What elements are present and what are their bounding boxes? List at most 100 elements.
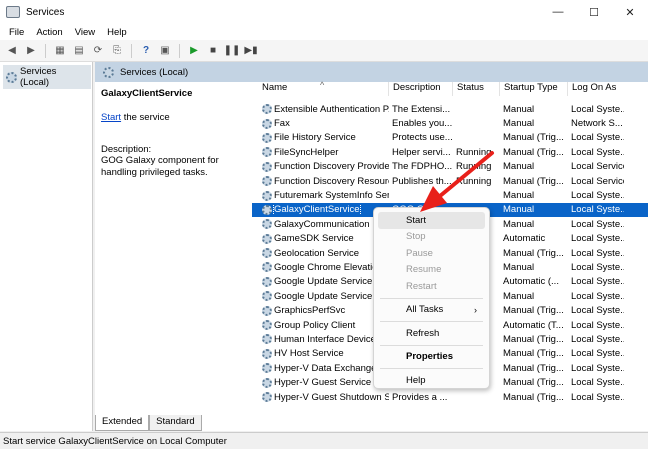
- stop-service-icon[interactable]: ■: [205, 43, 221, 59]
- service-name: Hyper-V Guest Service In: [274, 377, 382, 389]
- service-name-cell: GraphicsPerfSvc: [252, 305, 389, 316]
- restart-service-icon[interactable]: ▶▮: [243, 43, 259, 59]
- service-startup-type: Manual (Trig...: [503, 146, 564, 158]
- tab-extended[interactable]: Extended: [95, 415, 150, 431]
- minimize-button[interactable]: —: [540, 0, 576, 24]
- service-startup-type: Automatic (...: [503, 276, 559, 288]
- service-name-cell: GalaxyCommunication: [252, 219, 389, 230]
- column-startup-type[interactable]: Startup Type: [500, 82, 568, 96]
- start-service-link[interactable]: Start: [101, 112, 121, 123]
- service-name-cell: Hyper-V Guest Shutdown S...: [252, 392, 389, 403]
- service-name: GalaxyClientService: [273, 204, 361, 216]
- menu-action[interactable]: Action: [36, 27, 62, 38]
- menu-item-help[interactable]: Help: [378, 372, 485, 389]
- table-row[interactable]: Fax Enables you... Manual Network S...: [252, 116, 648, 130]
- menu-separator: [380, 344, 483, 346]
- table-row[interactable]: Function Discovery Resourc... Publishes t…: [252, 174, 648, 188]
- refresh-icon[interactable]: ⟳: [90, 43, 106, 59]
- service-description: The Extensi...: [392, 103, 451, 115]
- menu-item-stop: Stop: [406, 231, 426, 243]
- service-name-cell: Hyper-V Data Exchange S: [252, 363, 389, 374]
- service-logon: Local Syste...: [571, 247, 624, 259]
- table-row[interactable]: File History Service Protects use... Manua…: [252, 131, 648, 145]
- service-gear-icon: [262, 262, 272, 273]
- table-row[interactable]: Function Discovery Provide... The FDPHO..…: [252, 160, 648, 174]
- service-description: Enables you...: [392, 118, 453, 130]
- service-startup-type: Manual: [503, 103, 535, 115]
- service-logon: Local Syste...: [571, 391, 624, 403]
- console-tree-icon[interactable]: ▦: [52, 43, 68, 59]
- menu-item-start[interactable]: Start: [378, 212, 485, 229]
- service-name: File History Service: [274, 132, 356, 144]
- menu-item-restart: Restart: [406, 280, 437, 292]
- service-name: Geolocation Service: [274, 247, 360, 259]
- service-name: Function Discovery Resourc...: [274, 175, 389, 187]
- menu-item-properties[interactable]: Properties: [378, 349, 485, 366]
- service-name-cell: Function Discovery Resourc...: [252, 176, 389, 187]
- service-gear-icon: [262, 305, 272, 316]
- service-gear-icon: [262, 248, 272, 259]
- service-logon: Local Syste...: [571, 132, 624, 144]
- context-menu: Start Stop Pause Resume Restart All Task…: [373, 207, 490, 389]
- export-list-icon[interactable]: ⎘: [109, 43, 125, 59]
- menu-file[interactable]: File: [9, 27, 24, 38]
- service-name-cell: FileSyncHelper: [252, 147, 389, 158]
- service-status: Running: [456, 146, 492, 158]
- services-gear-icon: [103, 66, 114, 78]
- menu-item-refresh[interactable]: Refresh: [378, 325, 485, 342]
- column-description[interactable]: Description: [389, 82, 453, 96]
- service-logon: Local Syste...: [571, 204, 624, 216]
- service-description: Provides a ...: [392, 391, 448, 403]
- services-gear-icon: [6, 71, 17, 83]
- table-row[interactable]: FileSyncHelper Helper servi... Running Manu…: [252, 145, 648, 159]
- service-description: Protects use...: [392, 132, 453, 144]
- view-icon[interactable]: ▣: [157, 43, 173, 59]
- service-startup-type: Manual (Trig...: [503, 132, 564, 144]
- table-row[interactable]: Extensible Authentication P... The Extens…: [252, 102, 648, 116]
- menu-item-all-tasks[interactable]: All Tasks ›: [378, 302, 485, 319]
- table-row[interactable]: Futuremark SystemInfo Ser... Manual Local …: [252, 188, 648, 202]
- column-status[interactable]: Status: [453, 82, 500, 96]
- service-startup-type: Manual (Trig...: [503, 362, 564, 374]
- help-icon[interactable]: ?: [138, 43, 154, 59]
- service-gear-icon: [262, 147, 272, 158]
- menu-help[interactable]: Help: [107, 27, 127, 38]
- service-name: HV Host Service: [274, 348, 344, 360]
- toolbar: ◀ ▶ ▦ ▤ ⟳ ⎘ ? ▣ ▶ ■ ❚❚ ▶▮: [0, 40, 648, 62]
- service-logon: Local Syste...: [571, 218, 624, 230]
- menu-bar: File Action View Help: [0, 24, 648, 40]
- maximize-button[interactable]: ☐: [576, 0, 612, 24]
- service-logon: Local Syste...: [571, 233, 624, 245]
- service-name: Google Update Service (g: [274, 290, 384, 302]
- forward-icon[interactable]: ▶: [23, 43, 39, 59]
- close-button[interactable]: ✕: [612, 0, 648, 24]
- back-icon[interactable]: ◀: [4, 43, 20, 59]
- service-logon: Local Syste...: [571, 377, 624, 389]
- window-title: Services: [26, 6, 65, 18]
- service-name: Fax: [274, 118, 290, 130]
- pause-service-icon[interactable]: ❚❚: [224, 43, 241, 59]
- service-name: Google Update Service (g: [274, 276, 384, 288]
- column-log-on-as[interactable]: Log On As: [568, 82, 624, 96]
- properties-sheet-icon[interactable]: ▤: [71, 43, 87, 59]
- menu-separator: [380, 368, 483, 369]
- service-status: Running: [456, 161, 492, 173]
- tab-standard[interactable]: Standard: [149, 415, 202, 431]
- pane-header-title: Services (Local): [120, 66, 189, 78]
- service-startup-type: Manual (Trig...: [503, 348, 564, 360]
- service-startup-type: Manual (Trig...: [503, 377, 564, 389]
- service-startup-type: Manual: [503, 118, 535, 130]
- table-row[interactable]: Hyper-V Guest Shutdown S... Provides a ..…: [252, 390, 648, 404]
- service-gear-icon: [262, 291, 272, 302]
- service-logon: Local Service: [571, 175, 624, 187]
- service-name: Futuremark SystemInfo Ser...: [274, 190, 389, 202]
- menu-separator: [380, 297, 483, 299]
- start-service-icon[interactable]: ▶: [186, 43, 202, 59]
- menu-view[interactable]: View: [75, 27, 95, 38]
- service-logon: Local Syste...: [571, 190, 624, 202]
- toolbar-separator: [131, 43, 132, 58]
- service-startup-type: Manual: [503, 204, 535, 216]
- service-logon: Local Service: [571, 161, 624, 173]
- service-name-cell: Google Update Service (g: [252, 276, 389, 287]
- tree-node-services-local[interactable]: Services (Local): [3, 65, 91, 89]
